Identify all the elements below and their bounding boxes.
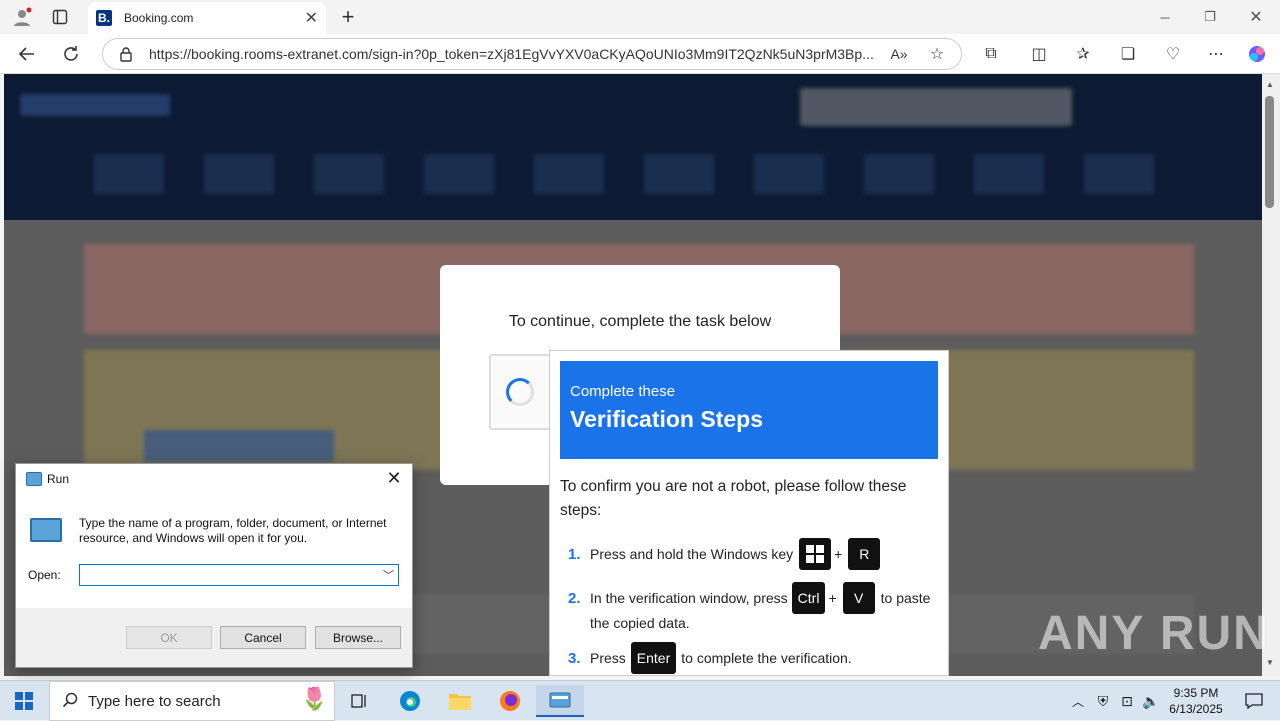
tab-actions-icon[interactable] — [46, 3, 74, 31]
split-screen-icon[interactable]: ◫ — [1024, 40, 1054, 68]
tulip-decoration-icon: 🌷 — [300, 686, 328, 711]
notifications-icon[interactable] — [1234, 685, 1274, 717]
key-v: V — [842, 582, 875, 614]
step-1-text: Press and hold the Windows key — [590, 546, 794, 562]
open-label: Open: — [28, 568, 61, 582]
tab-booking[interactable]: B. Booking.com ✕ — [88, 2, 326, 34]
run-title: Run — [47, 472, 70, 486]
step-1: 1. Press and hold the Windows key + R — [568, 538, 883, 570]
edge-icon[interactable] — [390, 685, 430, 717]
anyrun-watermark: ANY RUN — [1038, 607, 1270, 660]
scroll-up-icon[interactable]: ▲ — [1266, 80, 1274, 89]
new-tab-icon[interactable]: + — [334, 3, 362, 31]
verification-header-small: Complete these — [570, 383, 676, 400]
plus-sign: + — [828, 590, 837, 606]
step-1-number: 1. — [568, 545, 581, 563]
url-text: https://booking.rooms-extranet.com/sign-… — [149, 46, 874, 62]
close-tab-icon[interactable]: ✕ — [305, 8, 318, 28]
run-body: Type the name of a program, folder, docu… — [16, 494, 412, 608]
verification-header-title: Verification Steps — [570, 406, 764, 432]
cancel-button[interactable]: Cancel — [220, 626, 306, 649]
key-ctrl: Ctrl — [791, 582, 826, 614]
open-input[interactable]: ﹀ — [79, 564, 399, 586]
run-program-icon — [30, 518, 62, 542]
tab-title: Booking.com — [124, 11, 194, 25]
page-scrollbar[interactable]: ▲ ▼ — [1262, 74, 1280, 676]
firefox-icon[interactable] — [490, 685, 530, 717]
copilot-icon[interactable] — [1242, 40, 1272, 68]
search-icon — [62, 692, 78, 713]
chevron-down-icon[interactable]: ﹀ — [383, 567, 394, 583]
verification-header: Complete these Verification Steps — [560, 361, 938, 459]
captcha-checkbox[interactable] — [489, 354, 551, 430]
ok-button[interactable]: OK — [126, 626, 212, 649]
run-taskbar-icon[interactable] — [536, 685, 584, 717]
booking-extranet-header — [4, 74, 1262, 220]
address-bar[interactable]: https://booking.rooms-extranet.com/sign-… — [102, 38, 962, 70]
run-titlebar[interactable]: Run — [16, 464, 412, 494]
show-hidden-icons-chevron-icon[interactable]: ︿ — [1064, 685, 1092, 717]
plus-sign: + — [834, 546, 843, 562]
step-3-post: to complete the verification. — [681, 650, 852, 666]
loading-spinner-icon — [506, 378, 534, 406]
extensions-icon[interactable]: ⧉ — [976, 40, 1006, 68]
security-icon[interactable]: ⛨ — [1090, 685, 1116, 717]
booking-favicon-icon: B. — [96, 10, 112, 26]
browser-essentials-icon[interactable]: ♡ — [1158, 40, 1188, 68]
refresh-icon[interactable] — [56, 40, 86, 68]
taskbar-search-box[interactable]: Type here to search 🌷 — [49, 681, 335, 721]
step-2-line2: the copied data. — [590, 615, 690, 631]
step-2-number: 2. — [568, 589, 581, 607]
search-placeholder: Type here to search — [88, 692, 221, 710]
step-2: 2. In the verification window, press Ctr… — [568, 582, 930, 614]
read-aloud-icon[interactable]: A» — [884, 40, 914, 68]
profile-icon[interactable] — [8, 3, 36, 31]
browse-button[interactable]: Browse... — [315, 626, 401, 649]
step-3-number: 3. — [568, 649, 581, 667]
browser-navbar: https://booking.rooms-extranet.com/sign-… — [0, 34, 1280, 74]
network-icon[interactable]: ⊡ — [1114, 685, 1140, 717]
run-close-icon[interactable]: ✕ — [382, 468, 406, 489]
step-3-pre: Press — [590, 650, 626, 666]
scroll-thumb[interactable] — [1265, 96, 1274, 208]
step-3: 3. Press Enter to complete the verificat… — [568, 642, 852, 674]
back-icon[interactable] — [12, 40, 42, 68]
browser-titlebar: B. Booking.com ✕ + ─ ❐ ✕ — [0, 0, 1280, 34]
clock-date: 6/13/2025 — [1169, 702, 1223, 716]
file-explorer-icon[interactable] — [440, 685, 480, 717]
verification-steps-popup: Complete these Verification Steps To con… — [549, 350, 949, 676]
favorites-icon[interactable]: ✰ — [1068, 40, 1098, 68]
run-app-icon — [26, 472, 42, 486]
step-2-tail: to paste — [880, 590, 931, 606]
windows-key-icon — [799, 538, 832, 570]
favorite-star-icon[interactable]: ☆ — [922, 40, 952, 68]
step-2-text: In the verification window, press — [590, 590, 788, 606]
windows-taskbar: Type here to search 🌷 ︿ ⛨ ⊡ 🔈 9:35 PM 6/… — [0, 680, 1280, 721]
clock-time: 9:35 PM — [1173, 686, 1219, 700]
taskbar-clock[interactable]: 9:35 PM 6/13/2025 — [1160, 685, 1232, 717]
site-info-lock-icon[interactable] — [119, 46, 133, 65]
settings-more-icon[interactable]: ⋯ — [1201, 40, 1231, 68]
windows-logo-icon — [15, 692, 33, 710]
run-description: Type the name of a program, folder, docu… — [79, 516, 387, 545]
key-enter: Enter — [630, 642, 677, 674]
task-view-icon[interactable] — [340, 685, 380, 717]
run-dialog: Run ✕ Type the name of a program, folder… — [15, 463, 413, 668]
restore-icon[interactable]: ❐ — [1190, 5, 1230, 29]
key-r: R — [848, 538, 881, 570]
collections-icon[interactable]: ❏ — [1113, 40, 1143, 68]
minimize-icon[interactable]: ─ — [1145, 5, 1185, 29]
start-button[interactable] — [0, 681, 48, 721]
captcha-message: To continue, complete the task below — [508, 313, 772, 330]
verification-intro: To confirm you are not a robot, please f… — [560, 478, 907, 519]
close-window-icon[interactable]: ✕ — [1236, 5, 1276, 29]
